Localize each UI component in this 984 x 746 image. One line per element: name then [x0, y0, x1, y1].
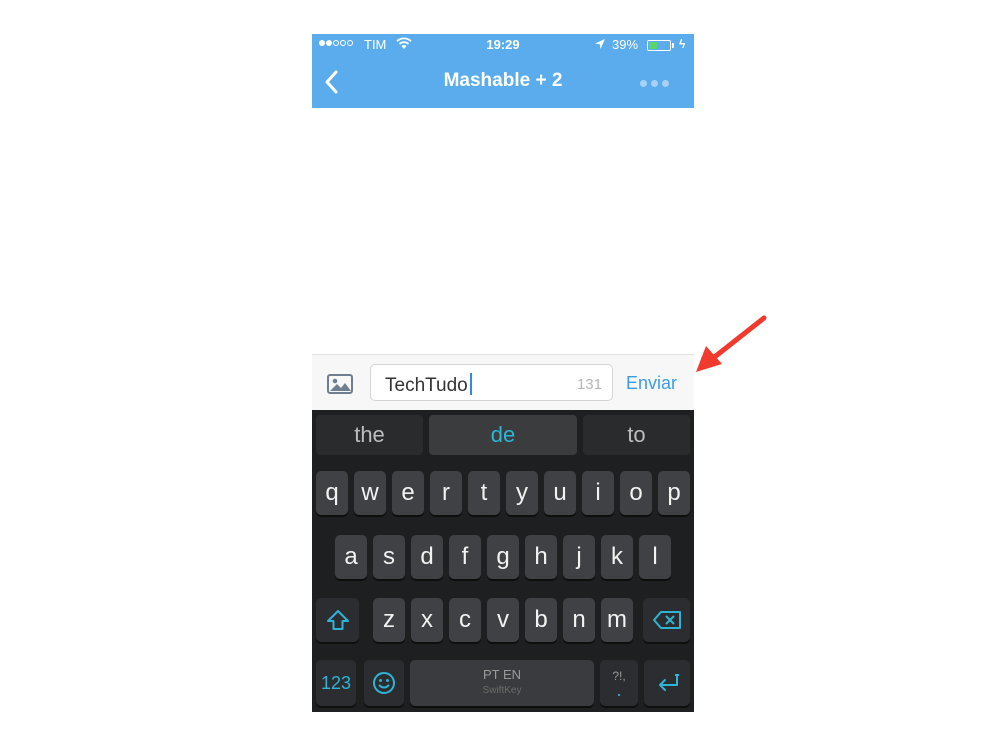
- location-arrow-icon: [595, 39, 605, 49]
- phone-screen: TIM 19:29 39% ϟ Mashable + 2 TechTudo 13…: [312, 34, 694, 712]
- key-g[interactable]: g: [487, 535, 519, 579]
- key-t[interactable]: t: [468, 471, 500, 515]
- navigation-bar: Mashable + 2: [312, 56, 694, 108]
- key-n[interactable]: n: [563, 598, 595, 642]
- emoji-key[interactable]: [364, 660, 404, 706]
- key-a[interactable]: a: [335, 535, 367, 579]
- key-z[interactable]: z: [373, 598, 405, 642]
- key-o[interactable]: o: [620, 471, 652, 515]
- key-m[interactable]: m: [601, 598, 633, 642]
- punctuation-key[interactable]: ?!, .: [600, 660, 638, 706]
- image-icon[interactable]: [326, 373, 354, 395]
- key-b[interactable]: b: [525, 598, 557, 642]
- red-arrow-icon: [696, 315, 767, 372]
- key-p[interactable]: p: [658, 471, 690, 515]
- key-k[interactable]: k: [601, 535, 633, 579]
- suggestion-center[interactable]: de: [429, 415, 577, 455]
- key-w[interactable]: w: [354, 471, 386, 515]
- battery-icon: [647, 40, 674, 51]
- emoji-icon: [373, 672, 395, 694]
- key-y[interactable]: y: [506, 471, 538, 515]
- key-f[interactable]: f: [449, 535, 481, 579]
- shift-icon: [326, 610, 349, 630]
- key-r[interactable]: r: [430, 471, 462, 515]
- numbers-key[interactable]: 123: [316, 660, 356, 706]
- status-bar: TIM 19:29 39% ϟ: [312, 34, 694, 56]
- text-cursor: [469, 373, 472, 395]
- key-d[interactable]: d: [411, 535, 443, 579]
- battery-percentage: 39%: [612, 37, 639, 52]
- return-icon: [659, 674, 679, 691]
- key-s[interactable]: s: [373, 535, 405, 579]
- return-key[interactable]: [644, 660, 690, 706]
- key-v[interactable]: v: [487, 598, 519, 642]
- charging-bolt-icon: ϟ: [679, 37, 686, 51]
- backspace-icon: [652, 611, 681, 629]
- key-j[interactable]: j: [563, 535, 595, 579]
- key-x[interactable]: x: [411, 598, 443, 642]
- compose-bar: TechTudo 131 Enviar: [312, 354, 694, 411]
- key-l[interactable]: l: [639, 535, 671, 579]
- key-u[interactable]: u: [544, 471, 576, 515]
- space-key[interactable]: PT EN SwiftKey: [410, 660, 594, 706]
- keyboard-brand: SwiftKey: [482, 685, 522, 696]
- key-c[interactable]: c: [449, 598, 481, 642]
- message-input[interactable]: TechTudo 131: [370, 364, 613, 401]
- send-button[interactable]: Enviar: [626, 373, 677, 394]
- conversation-title: Mashable + 2: [443, 70, 563, 91]
- suggestion-right[interactable]: to: [583, 415, 690, 455]
- key-q[interactable]: q: [316, 471, 348, 515]
- language-label: PT EN: [482, 667, 522, 682]
- character-counter: 131: [576, 376, 602, 393]
- header: TIM 19:29 39% ϟ Mashable + 2: [312, 34, 694, 108]
- backspace-key[interactable]: [643, 598, 690, 642]
- shift-key[interactable]: [316, 598, 359, 642]
- suggestion-left[interactable]: the: [316, 415, 423, 455]
- period-label: .: [616, 680, 622, 700]
- key-h[interactable]: h: [525, 535, 557, 579]
- swiftkey-keyboard: the de to qwertyuiop asdfghjkl zxcvbnm 1…: [312, 410, 694, 712]
- key-i[interactable]: i: [582, 471, 614, 515]
- key-e[interactable]: e: [392, 471, 424, 515]
- more-dots-icon[interactable]: [640, 80, 669, 87]
- message-text: TechTudo: [385, 373, 472, 397]
